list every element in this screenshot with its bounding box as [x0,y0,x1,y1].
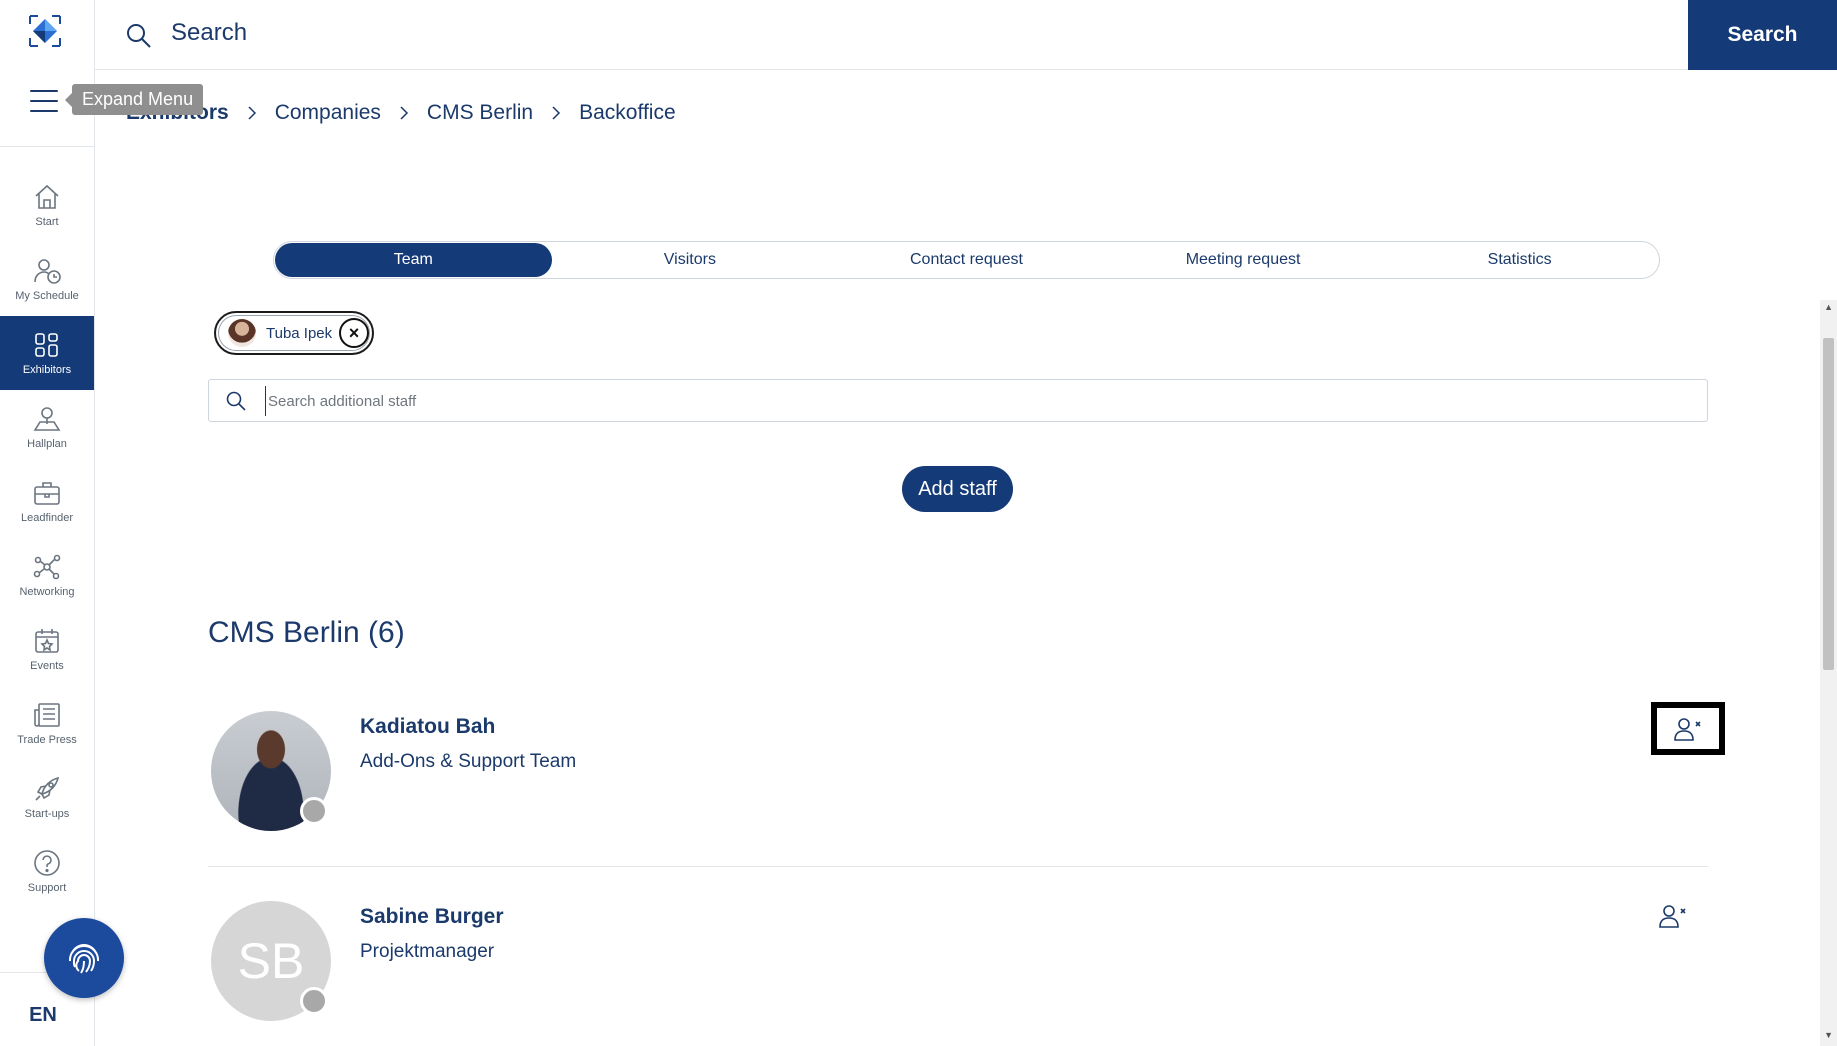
chevron-right-icon [248,106,256,120]
status-indicator [300,987,328,1015]
remove-user-icon [1674,717,1701,741]
sidebar-item-label: Exhibitors [22,364,72,376]
remove-member-button[interactable] [1638,891,1708,941]
close-icon: × [348,322,360,343]
sidebar-item-label: Start-ups [24,808,70,820]
sidebar-item-trade-press[interactable]: Trade Press [0,686,94,760]
sidebar-item-label: My Schedule [15,290,79,302]
sidebar-item-events[interactable]: Events [0,612,94,686]
avatar [228,319,256,347]
sidebar-item-label: Events [30,660,64,672]
remove-chip-button[interactable]: × [339,318,369,348]
tab-team[interactable]: Team [275,243,552,277]
breadcrumb-backoffice[interactable]: Backoffice [579,101,676,125]
scrollbar-thumb[interactable] [1823,338,1834,670]
fingerprint-button[interactable] [44,918,124,998]
schedule-icon [34,259,61,284]
sidebar-item-leadfinder[interactable]: Leadfinder [0,464,94,538]
member-name[interactable]: Kadiatou Bah [360,715,495,739]
chevron-right-icon [400,106,408,120]
menu-toggle-button[interactable] [30,90,58,114]
briefcase-icon [34,482,60,505]
tab-visitors[interactable]: Visitors [552,243,829,277]
member-role: Add-Ons & Support Team [360,751,577,772]
language-switcher[interactable]: EN [0,1004,86,1027]
sidebar-item-label: Hallplan [27,438,67,450]
top-search-bar: Search [95,0,1837,70]
network-icon [33,554,61,580]
search-icon [226,391,246,411]
member-name[interactable]: Sabine Burger [360,905,504,929]
staff-search-field [208,379,1708,422]
status-indicator [300,797,328,825]
sidebar-item-label: Support [27,882,67,894]
app-logo-icon[interactable] [28,14,62,48]
sidebar-item-label: Trade Press [17,734,77,746]
add-staff-button[interactable]: Add staff [902,466,1013,512]
sidebar-item-support[interactable]: Support [0,834,94,908]
tab-contact-request[interactable]: Contact request [828,243,1105,277]
sidebar-nav: Start My Schedule Exhibitors Hallplan Le… [0,168,94,908]
question-icon [34,850,60,876]
rocket-icon [35,776,60,801]
scroll-down-icon[interactable]: ▼ [1824,1030,1833,1040]
breadcrumb-cms-berlin[interactable]: CMS Berlin [427,101,533,125]
tab-statistics[interactable]: Statistics [1381,243,1658,277]
member-role: Projektmanager [360,941,495,962]
global-search-input[interactable] [171,12,1371,54]
expand-menu-tooltip: Expand Menu [64,84,204,115]
breadcrumb-companies[interactable]: Companies [275,101,381,125]
newspaper-icon [34,703,60,727]
list-divider [208,866,1708,867]
sidebar-item-label: Start [35,216,59,228]
sidebar-item-label: Leadfinder [21,512,73,524]
sidebar-item-exhibitors[interactable]: Exhibitors [0,316,94,390]
sidebar-item-networking[interactable]: Networking [0,538,94,612]
breadcrumb: Exhibitors Companies CMS Berlin Backoffi… [126,101,676,125]
selected-staff-name: Tuba Ipek [266,324,333,342]
scroll-up-icon[interactable]: ▲ [1824,302,1833,312]
sidebar-item-label: Networking [19,586,75,598]
remove-user-icon [1659,905,1686,928]
sidebar-divider [0,146,94,147]
staff-search-input[interactable] [265,386,1665,416]
tab-meeting-request[interactable]: Meeting request [1105,243,1382,277]
calendar-star-icon [35,629,59,653]
sidebar: Expand Menu Start My Schedule Exhibitors… [0,0,204,1046]
section-title: CMS Berlin (6) [208,616,405,649]
sidebar-item-start[interactable]: Start [0,168,94,242]
chevron-right-icon [552,106,561,120]
fingerprint-icon [68,944,100,974]
backoffice-tabs: Team Visitors Contact request Meeting re… [273,241,1660,279]
grid-icon [35,333,58,357]
sidebar-item-my-schedule[interactable]: My Schedule [0,242,94,316]
selected-staff-chip: Tuba Ipek × [214,311,374,355]
search-icon [127,24,151,48]
global-search-button[interactable]: Search [1688,0,1837,70]
map-pin-icon [33,407,61,431]
sidebar-item-start-ups[interactable]: Start-ups [0,760,94,834]
sidebar-item-hallplan[interactable]: Hallplan [0,390,94,464]
home-icon [35,184,59,209]
remove-member-button[interactable] [1651,702,1725,755]
